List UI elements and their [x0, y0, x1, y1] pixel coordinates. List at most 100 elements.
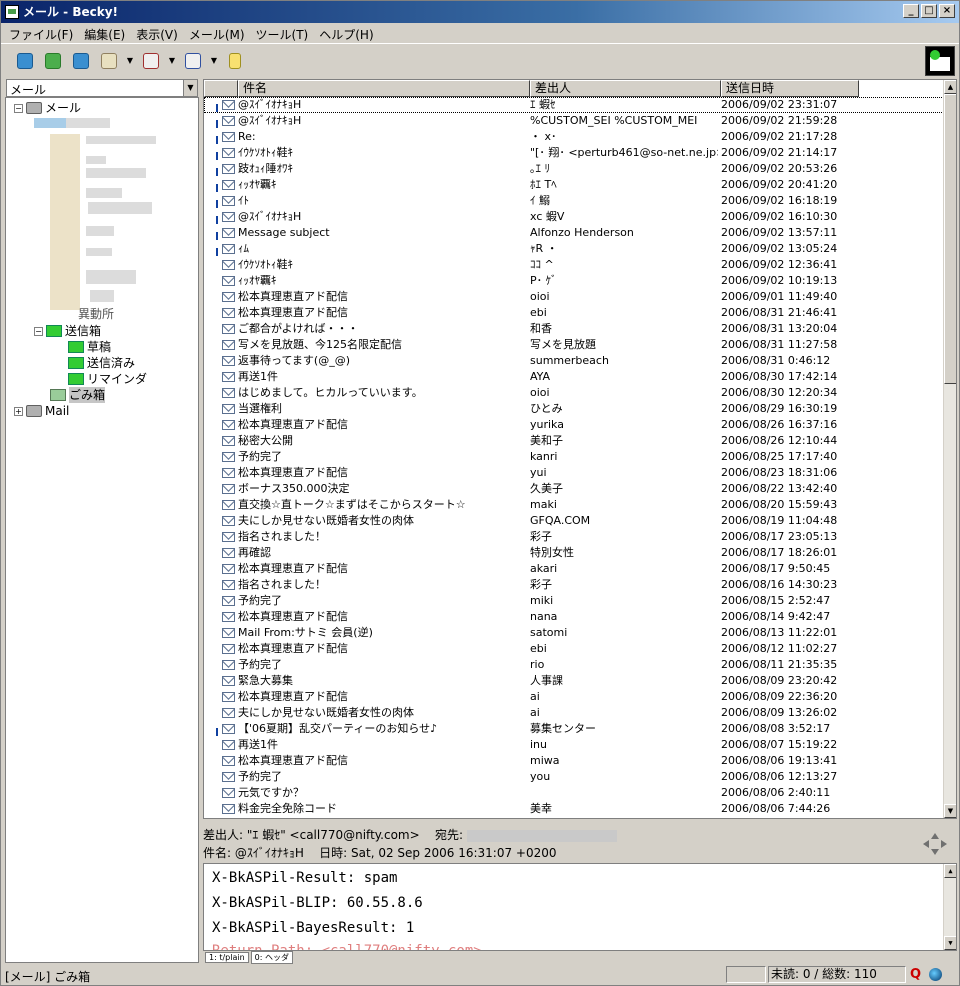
- table-row[interactable]: @ｽｲﾞｲｵﾅｷｮH xc 蝦V 2006/09/02 16:10:30: [204, 209, 944, 225]
- table-row[interactable]: 指名されました！ 彩子 2006/08/16 14:30:23: [204, 577, 944, 593]
- navigate-arrows-icon[interactable]: [921, 831, 949, 857]
- row-subject: ご都合がよければ・・・: [238, 322, 359, 335]
- tree-node-partial[interactable]: 異動所: [78, 306, 114, 322]
- chevron-down-icon[interactable]: ▼: [183, 80, 197, 96]
- tree-node-sent[interactable]: 送信済み: [68, 355, 135, 371]
- scroll-up-button[interactable]: ▲: [944, 864, 956, 878]
- table-row[interactable]: 夫にしか見せない既婚者女性の肉体 GFQA.COM 2006/08/19 11:04…: [204, 513, 944, 529]
- send-mail-button[interactable]: [41, 49, 65, 73]
- reply-button[interactable]: [139, 49, 163, 73]
- table-row[interactable]: 当選権利 ひとみ 2006/08/29 16:30:19: [204, 401, 944, 417]
- menu-edit[interactable]: 編集(E): [80, 23, 132, 42]
- tree-node-draft[interactable]: 草稿: [68, 339, 111, 355]
- forward-dropdown[interactable]: ▼: [209, 56, 219, 65]
- menu-view[interactable]: 表示(V): [132, 23, 185, 42]
- tree-node-sentbox[interactable]: − 送信箱: [34, 323, 101, 339]
- table-row[interactable]: 松本真理恵直アド配信 ebi 2006/08/12 11:02:27: [204, 641, 944, 657]
- close-button[interactable]: ×: [939, 4, 955, 18]
- table-row[interactable]: 予約完了 kanri 2006/08/25 17:17:40: [204, 449, 944, 465]
- table-row[interactable]: 緊急大募集 人事課 2006/08/09 23:20:42: [204, 673, 944, 689]
- tree-node-mail[interactable]: − メール: [14, 100, 81, 116]
- table-row[interactable]: ｲｳｹｿｵﾄｨ鞋ｷ ｺｺ ^ 2006/09/02 12:36:41: [204, 257, 944, 273]
- receive-mail-button[interactable]: [13, 49, 37, 73]
- table-row[interactable]: 松本真理恵直アド配信 yurika 2006/08/26 16:37:16: [204, 417, 944, 433]
- table-row[interactable]: 松本真理恵直アド配信 yui 2006/08/23 18:31:06: [204, 465, 944, 481]
- table-row[interactable]: ｨﾑ ｬR ・ 2006/09/02 13:05:24: [204, 241, 944, 257]
- table-row[interactable]: @ｽｲﾞｲｵﾅｷｮH %CUSTOM_SEI %CUSTOM_MEI 2006/09…: [204, 113, 944, 129]
- table-row[interactable]: ｲｳｹｿｵﾄｨ鞋ｷ "[･ 翔･ <perturb461@so-net.ne.jp…: [204, 145, 944, 161]
- table-row[interactable]: 松本真理恵直アド配信 oioi 2006/09/01 11:49:40: [204, 289, 944, 305]
- table-row[interactable]: 松本真理恵直アド配信 ebi 2006/08/31 21:46:41: [204, 305, 944, 321]
- table-row[interactable]: 松本真理恵直アド配信 ai 2006/08/09 22:36:20: [204, 689, 944, 705]
- table-row[interactable]: ｨｯｵﾔ覊ｷ ﾎｴ Tﾍ 2006/09/02 20:41:20: [204, 177, 944, 193]
- menu-file[interactable]: ファイル(F): [5, 23, 80, 42]
- row-from: %CUSTOM_SEI %CUSTOM_MEI: [530, 114, 698, 127]
- tree-node-trash[interactable]: ごみ箱: [50, 387, 106, 403]
- table-row[interactable]: 予約完了 rio 2006/08/11 21:35:35: [204, 657, 944, 673]
- minimize-button[interactable]: _: [903, 4, 919, 18]
- maximize-button[interactable]: □: [921, 4, 937, 18]
- column-header-flags[interactable]: [204, 80, 238, 97]
- table-row[interactable]: 直交換☆直トーク☆まずはそこからスタート☆ maki 2006/08/20 15:5…: [204, 497, 944, 513]
- table-row[interactable]: 再送1件 AYA 2006/08/30 17:42:14: [204, 369, 944, 385]
- notes-button[interactable]: [223, 49, 247, 73]
- send-receive-button[interactable]: [69, 49, 93, 73]
- collapse-icon[interactable]: −: [14, 103, 23, 113]
- table-row[interactable]: ｲﾄ ｲ 鰯 2006/09/02 16:18:19: [204, 193, 944, 209]
- table-row[interactable]: 松本真理恵直アド配信 nana 2006/08/14 9:42:47: [204, 609, 944, 625]
- table-row[interactable]: 写メを見放題、今125名限定配信 写メを見放題 2006/08/31 11:27:5…: [204, 337, 944, 353]
- tree-node-reminder[interactable]: リマインダ: [68, 371, 147, 387]
- table-row[interactable]: 元気ですか？ 2006/08/06 2:40:11: [204, 785, 944, 801]
- menu-tools[interactable]: ツール(T): [252, 23, 316, 42]
- table-row[interactable]: Mail From:サトミ 会員(逆) satomi 2006/08/13 11:2…: [204, 625, 944, 641]
- table-row[interactable]: 返事待ってます(@_@) summerbeach 2006/08/31 0:46:1…: [204, 353, 944, 369]
- preview-scrollbar[interactable]: ▲ ▼: [943, 864, 956, 950]
- column-header-from[interactable]: 差出人: [530, 80, 721, 97]
- menu-help[interactable]: ヘルプ(H): [315, 23, 380, 42]
- scroll-down-button[interactable]: ▼: [944, 936, 956, 950]
- tab-text-plain[interactable]: 1: t/plain: [205, 951, 249, 963]
- table-row[interactable]: 指名されました！ 彩子 2006/08/17 23:05:13: [204, 529, 944, 545]
- folder-selector[interactable]: メール ▼: [6, 79, 198, 97]
- table-row[interactable]: 松本真理恵直アド配信 miwa 2006/08/06 19:13:41: [204, 753, 944, 769]
- column-header-subject[interactable]: 件名: [238, 80, 530, 97]
- title-bar[interactable]: メール - Becky! _ □ ×: [1, 1, 959, 23]
- from-value[interactable]: "ｴ 蝦ｾ" <call770@nifty.com>: [247, 828, 420, 842]
- table-row[interactable]: 再送1件 inu 2006/08/07 15:19:22: [204, 737, 944, 753]
- table-row[interactable]: Message subject Alfonzo Henderson 2006/09/…: [204, 225, 944, 241]
- table-row[interactable]: 跂ｵｭｨ陲ｵﾜｷ ｡ｴ ﾘ 2006/09/02 20:53:26: [204, 161, 944, 177]
- compose-button[interactable]: [97, 49, 121, 73]
- table-row[interactable]: ｨｯｵﾔ覊ｷ P･ ｹﾞ 2006/09/02 10:19:13: [204, 273, 944, 289]
- table-row[interactable]: Re: ・ x･ 2006/09/02 21:17:28: [204, 129, 944, 145]
- tab-header[interactable]: 0: ヘッダ: [250, 950, 293, 964]
- envelope-icon: [222, 180, 235, 190]
- table-row[interactable]: 夫にしか見せない既婚者女性の肉体 ai 2006/08/09 13:26:02: [204, 705, 944, 721]
- tree-node-mail2[interactable]: + Mail: [14, 403, 69, 419]
- table-row[interactable]: ボーナス350.000決定 久美子 2006/08/22 13:42:40: [204, 481, 944, 497]
- table-row[interactable]: 秘密大公開 美和子 2006/08/26 12:10:44: [204, 433, 944, 449]
- scroll-down-button[interactable]: ▼: [944, 804, 956, 818]
- table-row[interactable]: はじめまして。ヒカルっていいます。 oioi 2006/08/30 12:20:34: [204, 385, 944, 401]
- table-row[interactable]: 予約完了 you 2006/08/06 12:13:27: [204, 769, 944, 785]
- table-row[interactable]: 【'06夏期】乱交パーティーのお知らせ♪ 募集センター 2006/08/08 3:5…: [204, 721, 944, 737]
- header-line-subject: 件名: @ｽｲﾞｲｵﾅｷｮH 日時: Sat, 02 Sep 2006 16:3…: [203, 844, 557, 861]
- compose-dropdown[interactable]: ▼: [125, 56, 135, 65]
- column-header-date[interactable]: 送信日時: [721, 80, 859, 97]
- table-row[interactable]: 予約完了 miki 2006/08/15 2:52:47: [204, 593, 944, 609]
- q-icon[interactable]: Q: [910, 967, 921, 982]
- forward-button[interactable]: [181, 49, 205, 73]
- table-row[interactable]: 料金完全免除コード 美幸 2006/08/06 7:44:26: [204, 801, 944, 817]
- scroll-up-button[interactable]: ▲: [944, 80, 956, 94]
- menu-mail[interactable]: メール(M): [185, 23, 252, 42]
- message-preview[interactable]: X-BkASPil-Result: spam X-BkASPil-BLIP: 6…: [203, 863, 957, 951]
- table-row[interactable]: 再確認 特別女性 2006/08/17 18:26:01: [204, 545, 944, 561]
- expand-icon[interactable]: +: [14, 406, 23, 416]
- table-row[interactable]: ご都合がよければ・・・ 和香 2006/08/31 13:20:04: [204, 321, 944, 337]
- list-scrollbar[interactable]: ▲ ▼: [943, 80, 956, 818]
- scroll-thumb[interactable]: [944, 94, 956, 384]
- table-row[interactable]: @ｽｲﾞｲｵﾅｷｮH ｴ 蝦ｾ 2006/09/02 23:31:07: [204, 97, 944, 113]
- collapse-icon[interactable]: −: [34, 326, 43, 336]
- reply-dropdown[interactable]: ▼: [167, 56, 177, 65]
- table-row[interactable]: 松本真理恵直アド配信 akari 2006/08/17 9:50:45: [204, 561, 944, 577]
- globe-icon[interactable]: [929, 968, 942, 981]
